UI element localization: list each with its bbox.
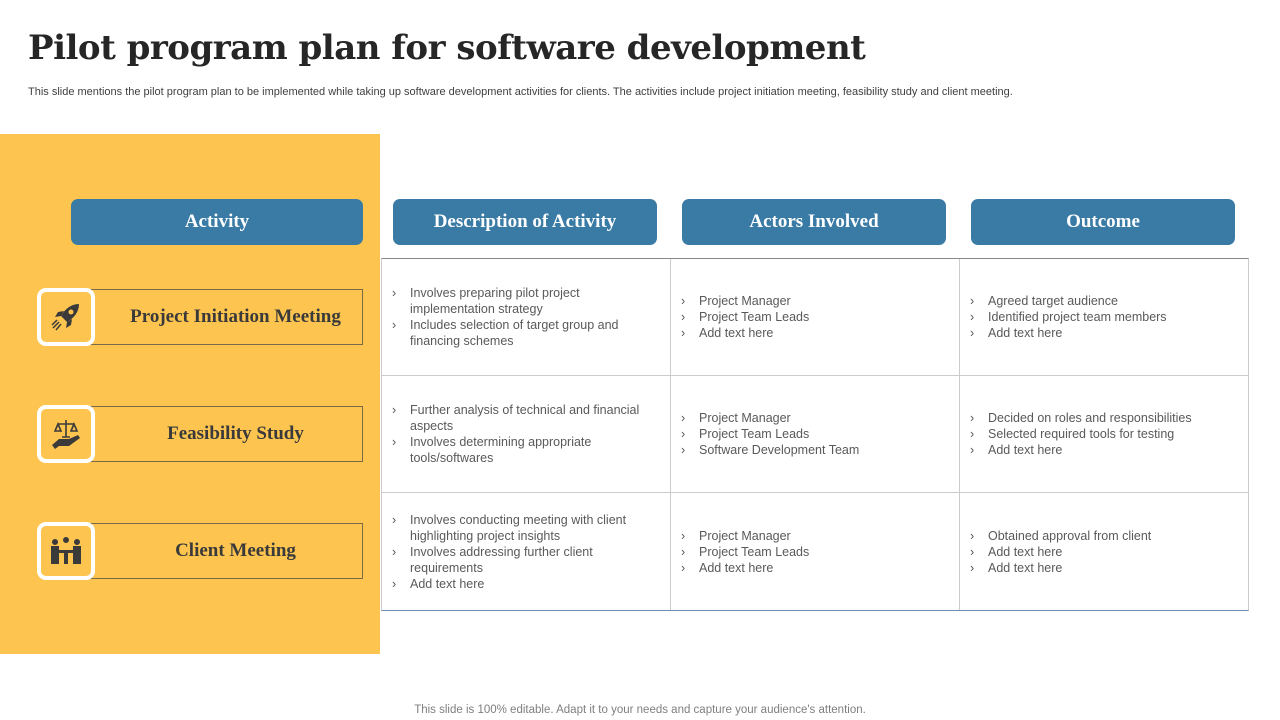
list-item: Involves determining appropriate tools/s…	[390, 434, 652, 466]
outcome-list: Decided on roles and responsibilitiesSel…	[968, 410, 1192, 458]
actors-list: Project ManagerProject Team LeadsAdd tex…	[679, 293, 809, 341]
header-outcome: Outcome	[971, 199, 1235, 245]
list-item: Involves preparing pilot project impleme…	[390, 285, 652, 317]
cell-description: Involves conducting meeting with client …	[382, 493, 671, 610]
list-item: Selected required tools for testing	[968, 426, 1192, 442]
outcome-list: Obtained approval from clientAdd text he…	[968, 528, 1151, 576]
cell-actors: Project ManagerProject Team LeadsSoftwar…	[671, 376, 960, 493]
page-subtitle: This slide mentions the pilot program pl…	[28, 86, 1013, 98]
cell-actors: Project ManagerProject Team LeadsAdd tex…	[671, 493, 960, 610]
header-description: Description of Activity	[393, 199, 657, 245]
outcome-list: Agreed target audienceIdentified project…	[968, 293, 1167, 341]
list-item: Software Development Team	[679, 442, 859, 458]
header-activity: Activity	[71, 199, 363, 245]
page-title: Pilot program plan for software developm…	[28, 28, 866, 68]
actors-list: Project ManagerProject Team LeadsSoftwar…	[679, 410, 859, 458]
list-item: Project Team Leads	[679, 309, 809, 325]
cell-outcome: Agreed target audienceIdentified project…	[960, 259, 1248, 376]
list-item: Add text here	[968, 560, 1151, 576]
scale-hand-icon	[37, 405, 95, 463]
list-item: Add text here	[968, 442, 1192, 458]
list-item: Add text here	[679, 560, 809, 576]
list-item: Project Manager	[679, 293, 809, 309]
list-item: Further analysis of technical and financ…	[390, 402, 652, 434]
cell-description: Involves preparing pilot project impleme…	[382, 259, 671, 376]
list-item: Involves conducting meeting with client …	[390, 512, 652, 544]
list-item: Project Team Leads	[679, 426, 859, 442]
description-list: Further analysis of technical and financ…	[390, 402, 652, 466]
activity-client-meeting: Client Meeting	[90, 523, 363, 579]
list-item: Involves addressing further client requi…	[390, 544, 652, 576]
list-item: Add text here	[968, 544, 1151, 560]
list-item: Agreed target audience	[968, 293, 1167, 309]
list-item: Project Team Leads	[679, 544, 809, 560]
activity-feasibility-study: Feasibility Study	[90, 406, 363, 462]
plan-table: Involves preparing pilot project impleme…	[381, 258, 1249, 611]
actors-list: Project ManagerProject Team LeadsAdd tex…	[679, 528, 809, 576]
footer-note: This slide is 100% editable. Adapt it to…	[414, 704, 866, 716]
list-item: Add text here	[390, 576, 652, 592]
list-item: Add text here	[968, 325, 1167, 341]
meeting-icon	[37, 522, 95, 580]
cell-actors: Project ManagerProject Team LeadsAdd tex…	[671, 259, 960, 376]
list-item: Identified project team members	[968, 309, 1167, 325]
list-item: Project Manager	[679, 528, 809, 544]
list-item: Obtained approval from client	[968, 528, 1151, 544]
list-item: Includes selection of target group and f…	[390, 317, 652, 349]
list-item: Project Manager	[679, 410, 859, 426]
cell-outcome: Decided on roles and responsibilitiesSel…	[960, 376, 1248, 493]
description-list: Involves conducting meeting with client …	[390, 512, 652, 592]
list-item: Add text here	[679, 325, 809, 341]
rocket-icon	[37, 288, 95, 346]
cell-outcome: Obtained approval from clientAdd text he…	[960, 493, 1248, 610]
cell-description: Further analysis of technical and financ…	[382, 376, 671, 493]
header-actors: Actors Involved	[682, 199, 946, 245]
activity-project-initiation: Project Initiation Meeting	[90, 289, 363, 345]
description-list: Involves preparing pilot project impleme…	[390, 285, 652, 349]
list-item: Decided on roles and responsibilities	[968, 410, 1192, 426]
